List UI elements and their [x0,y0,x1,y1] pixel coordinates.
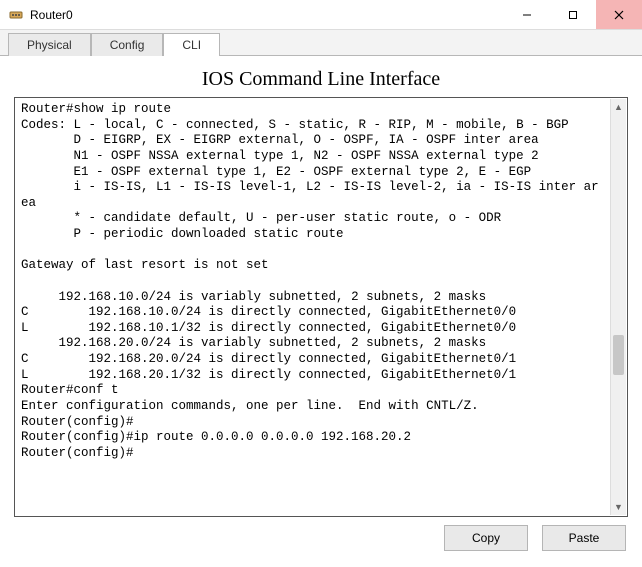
minimize-button[interactable] [504,0,550,29]
terminal-output[interactable]: Router#show ip route Codes: L - local, C… [21,102,603,461]
terminal-viewport[interactable]: Router#show ip route Codes: L - local, C… [17,100,607,514]
close-button[interactable] [596,0,642,29]
titlebar: Router0 [0,0,642,30]
window-controls [504,0,642,29]
scroll-thumb[interactable] [613,335,624,375]
copy-button[interactable]: Copy [444,525,528,551]
scroll-track[interactable] [611,115,626,499]
content-area: IOS Command Line Interface Router#show i… [0,56,642,561]
titlebar-left: Router0 [0,7,73,23]
page-title: IOS Command Line Interface [14,68,628,91]
button-row: Copy Paste [14,525,628,551]
terminal-container: Router#show ip route Codes: L - local, C… [14,97,628,517]
scroll-down-arrow-icon[interactable]: ▼ [611,499,626,515]
scroll-up-arrow-icon[interactable]: ▲ [611,99,626,115]
tab-config[interactable]: Config [91,33,164,56]
app-icon [8,7,24,23]
window-title: Router0 [30,8,73,22]
scrollbar[interactable]: ▲ ▼ [610,99,626,515]
maximize-button[interactable] [550,0,596,29]
paste-button[interactable]: Paste [542,525,626,551]
tabbar: Physical Config CLI [0,30,642,56]
tab-physical[interactable]: Physical [8,33,91,56]
tab-cli[interactable]: CLI [163,33,220,56]
